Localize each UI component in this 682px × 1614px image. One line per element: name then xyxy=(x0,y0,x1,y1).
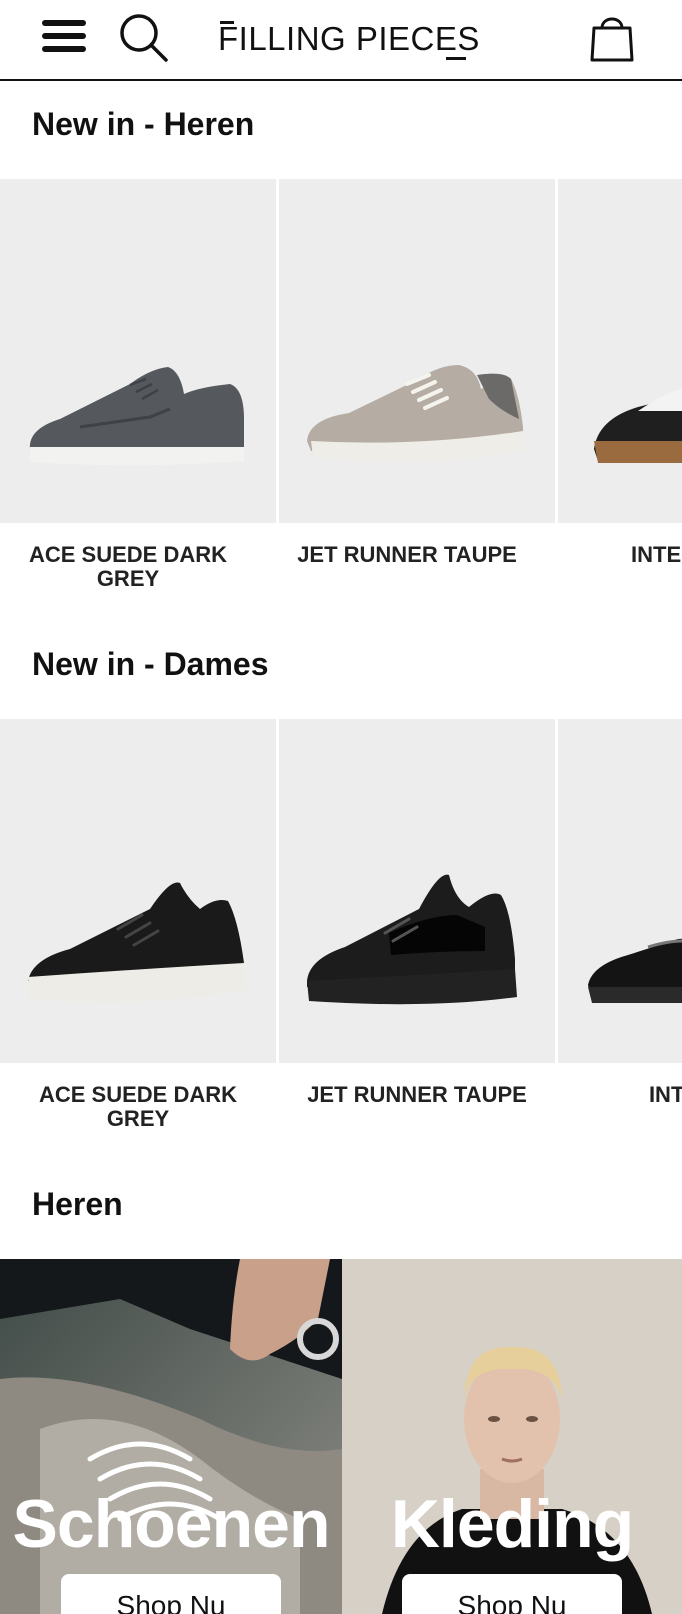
product-card[interactable]: INTER DI xyxy=(558,719,682,1159)
product-carousel-women[interactable]: ACE SUEDE DARK GREY JET RUNNER TAUPE INT… xyxy=(0,719,682,1159)
product-image[interactable] xyxy=(279,719,555,1063)
category-tiles: Schoenen Shop Nu Kleding Shop Nu xyxy=(0,1259,682,1614)
product-name[interactable]: JET RUNNER TAUPE xyxy=(279,543,535,567)
product-image[interactable] xyxy=(0,719,276,1063)
hamburger-menu-icon[interactable] xyxy=(42,20,86,52)
category-tile-schoenen[interactable]: Schoenen Shop Nu xyxy=(0,1259,342,1614)
product-name[interactable]: JET RUNNER TAUPE xyxy=(289,1083,545,1107)
brand-logo[interactable]: FILLING PIECES xyxy=(218,16,480,62)
category-tile-kleding[interactable]: Kleding Shop Nu xyxy=(342,1259,682,1614)
category-title: Schoenen xyxy=(12,1486,331,1562)
shop-now-button[interactable]: Shop Nu xyxy=(61,1574,281,1614)
product-card[interactable]: JET RUNNER TAUPE xyxy=(279,179,555,619)
logo-text: FILLING PIECES xyxy=(218,20,480,57)
product-image[interactable] xyxy=(558,179,682,523)
product-name[interactable]: INTER DIC xyxy=(558,543,682,567)
product-image[interactable] xyxy=(279,179,555,523)
product-name[interactable]: INTER DI xyxy=(568,1083,682,1107)
section-title-new-men: New in - Heren xyxy=(32,106,255,142)
product-name[interactable]: ACE SUEDE DARK GREY xyxy=(0,543,256,591)
product-card[interactable]: INTER DIC xyxy=(558,179,682,619)
shop-now-button[interactable]: Shop Nu xyxy=(402,1574,622,1614)
product-card[interactable]: JET RUNNER TAUPE xyxy=(279,719,555,1159)
product-card[interactable]: ACE SUEDE DARK GREY xyxy=(0,719,276,1159)
site-header: FILLING PIECES xyxy=(0,0,682,81)
product-card[interactable]: ACE SUEDE DARK GREY xyxy=(0,179,276,619)
section-title-new-women: New in - Dames xyxy=(32,646,269,682)
product-image[interactable] xyxy=(0,179,276,523)
product-carousel-men[interactable]: ACE SUEDE DARK GREY JET RUNNER TAUPE INT… xyxy=(0,179,682,619)
product-name[interactable]: ACE SUEDE DARK GREY xyxy=(10,1083,266,1131)
category-title: Kleding xyxy=(390,1486,634,1562)
search-icon[interactable] xyxy=(118,12,170,64)
product-image[interactable] xyxy=(558,719,682,1063)
shopping-bag-icon[interactable] xyxy=(588,10,636,62)
section-title-men: Heren xyxy=(32,1186,123,1222)
